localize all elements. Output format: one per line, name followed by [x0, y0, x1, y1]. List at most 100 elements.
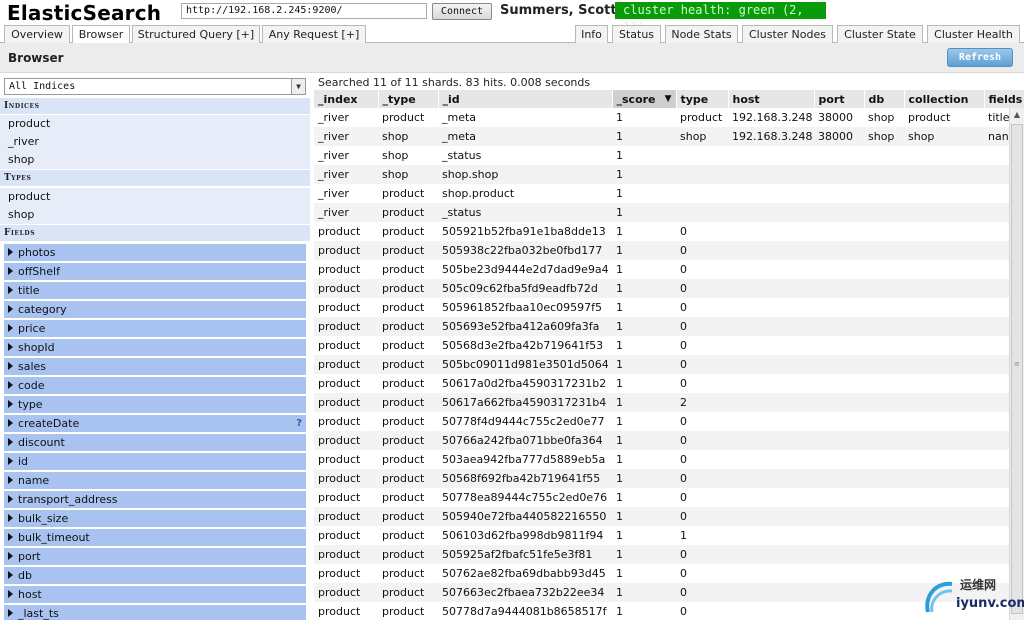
table-row[interactable]: _river product _status 1: [314, 203, 1024, 222]
field-item[interactable]: db: [4, 567, 306, 584]
table-cell: [728, 298, 814, 317]
column-header-index[interactable]: _index: [314, 90, 379, 108]
tab-overview[interactable]: Overview: [4, 25, 70, 43]
tab-cluster-state[interactable]: Cluster State: [837, 25, 923, 43]
column-header-type[interactable]: _type: [378, 90, 439, 108]
expand-triangle-icon: [8, 571, 13, 579]
table-row[interactable]: product product 505921b52fba91e1ba8dde13 1 0: [314, 222, 1024, 241]
table-row[interactable]: product product 503aea942fba777d5889eb5a 1 0: [314, 450, 1024, 469]
table-cell: [728, 412, 814, 431]
tab-any-request[interactable]: Any Request [+]: [262, 25, 366, 43]
tab-status[interactable]: Status: [612, 25, 661, 43]
table-row[interactable]: product product 50778f4d9444c755c2ed0e77 1 0: [314, 412, 1024, 431]
table-row[interactable]: _river product shop.product 1: [314, 184, 1024, 203]
table-row[interactable]: product product 50617a662fba4590317231b4 1 2: [314, 393, 1024, 412]
column-header-port[interactable]: port: [814, 90, 865, 108]
field-item[interactable]: offShelf: [4, 263, 306, 280]
column-header-host[interactable]: host: [728, 90, 815, 108]
column-header-collection[interactable]: collection: [904, 90, 985, 108]
table-row[interactable]: product product 50568d3e2fba42b719641f53 1 0: [314, 336, 1024, 355]
table-row[interactable]: product product 507663ec2fbaea732b22ee34 1 0: [314, 583, 1024, 602]
table-cell: [904, 469, 984, 488]
field-item[interactable]: sales: [4, 358, 306, 375]
table-row[interactable]: product product 505be23d9444e2d7dad9e9a4 1 0: [314, 260, 1024, 279]
table-cell: product: [378, 241, 438, 260]
table-row[interactable]: product product 505925af2fbafc51fe5e3f81 1 0: [314, 545, 1024, 564]
table-row[interactable]: product product 505940e72fba440582216550 1 0: [314, 507, 1024, 526]
table-cell: [864, 279, 904, 298]
sidebar-type-shop[interactable]: shop: [0, 206, 310, 224]
field-item[interactable]: photos: [4, 244, 306, 261]
column-header-score[interactable]: _score ▼: [612, 90, 677, 108]
connect-button[interactable]: Connect: [432, 3, 492, 20]
table-row[interactable]: product product 50778d7a9444081b8658517f 1 0: [314, 602, 1024, 620]
table-cell: 505938c22fba032be0fbd177: [438, 241, 612, 260]
table-row[interactable]: product product 505693e52fba412a609fa3fa 1 0: [314, 317, 1024, 336]
scroll-up-icon[interactable]: ▲: [1010, 108, 1024, 122]
table-row[interactable]: product product 506103d62fba998db9811f94 1 1: [314, 526, 1024, 545]
sidebar-type-product[interactable]: product: [0, 188, 310, 206]
table-row[interactable]: product product 505938c22fba032be0fbd177 1 0: [314, 241, 1024, 260]
table-cell: 50762ae82fba69dbabb93d45: [438, 564, 612, 583]
field-item[interactable]: transport_address: [4, 491, 306, 508]
field-item[interactable]: discount: [4, 434, 306, 451]
table-cell: [728, 184, 814, 203]
column-header-type[interactable]: type: [676, 90, 729, 108]
tab-browser[interactable]: Browser: [72, 25, 130, 44]
types-heading: Types: [0, 170, 310, 186]
field-item[interactable]: bulk_size: [4, 510, 306, 527]
table-row[interactable]: _river shop shop.shop 1: [314, 165, 1024, 184]
url-input[interactable]: http://192.168.2.245:9200/: [181, 3, 427, 19]
table-row[interactable]: _river shop _meta 1 shop 192.168.3.248 38000 sh…: [314, 127, 1024, 146]
tab-structured-query[interactable]: Structured Query [+]: [132, 25, 260, 43]
table-row[interactable]: product product 50778ea89444c755c2ed0e76 1 0: [314, 488, 1024, 507]
tab-node-stats[interactable]: Node Stats: [665, 25, 738, 43]
scrollbar-thumb[interactable]: ≡: [1011, 124, 1023, 614]
tab-cluster-health[interactable]: Cluster Health: [927, 25, 1020, 43]
table-row[interactable]: product product 505c09c62fba5fd9eadfb72d 1 0: [314, 279, 1024, 298]
column-header-id[interactable]: _id: [438, 90, 613, 108]
field-item[interactable]: type: [4, 396, 306, 413]
tab-info[interactable]: Info: [575, 25, 608, 43]
table-row[interactable]: _river product _meta 1 product 192.168.3.248 3…: [314, 108, 1024, 127]
refresh-button[interactable]: Refresh: [947, 48, 1013, 67]
table-row[interactable]: product product 505bc09011d981e3501d5064 1 0: [314, 355, 1024, 374]
field-item[interactable]: host: [4, 586, 306, 603]
table-row[interactable]: product product 50568f692fba42b719641f55 1 0: [314, 469, 1024, 488]
field-item[interactable]: bulk_timeout: [4, 529, 306, 546]
sidebar-index-product[interactable]: product: [0, 115, 310, 133]
table-cell: [864, 583, 904, 602]
field-item[interactable]: price: [4, 320, 306, 337]
column-header-db[interactable]: db: [864, 90, 905, 108]
table-cell: [904, 260, 984, 279]
table-cell: _river: [314, 146, 378, 165]
results-scrollbar[interactable]: ▲ ≡: [1009, 108, 1024, 620]
tab-cluster-nodes[interactable]: Cluster Nodes: [742, 25, 833, 43]
field-item[interactable]: title: [4, 282, 306, 299]
field-item[interactable]: _last_ts: [4, 605, 306, 620]
table-cell: product: [314, 279, 378, 298]
table-row[interactable]: product product 50617a0d2fba4590317231b2 1 0: [314, 374, 1024, 393]
indices-select[interactable]: All Indices ▼: [4, 78, 306, 95]
field-item[interactable]: name: [4, 472, 306, 489]
field-item[interactable]: code: [4, 377, 306, 394]
table-cell: 0: [676, 241, 728, 260]
column-header-fields[interactable]: fields: [984, 90, 1024, 108]
chevron-down-icon[interactable]: ▼: [291, 79, 305, 94]
field-item[interactable]: createDate?: [4, 415, 306, 432]
table-row[interactable]: _river shop _status 1: [314, 146, 1024, 165]
field-item[interactable]: port: [4, 548, 306, 565]
table-cell: 505be23d9444e2d7dad9e9a4: [438, 260, 612, 279]
sidebar-index-river[interactable]: _river: [0, 133, 310, 151]
table-row[interactable]: product product 505961852fbaa10ec09597f5 1 0: [314, 298, 1024, 317]
table-cell: product: [314, 298, 378, 317]
sidebar-index-shop[interactable]: shop: [0, 151, 310, 169]
field-item[interactable]: id: [4, 453, 306, 470]
help-icon[interactable]: ?: [296, 415, 302, 432]
table-row[interactable]: product product 50762ae82fba69dbabb93d45 1 0: [314, 564, 1024, 583]
field-item[interactable]: shopId: [4, 339, 306, 356]
field-item[interactable]: category: [4, 301, 306, 318]
table-row[interactable]: product product 50766a242fba071bbe0fa364 1 0: [314, 431, 1024, 450]
table-cell: [864, 203, 904, 222]
table-cell: [904, 317, 984, 336]
